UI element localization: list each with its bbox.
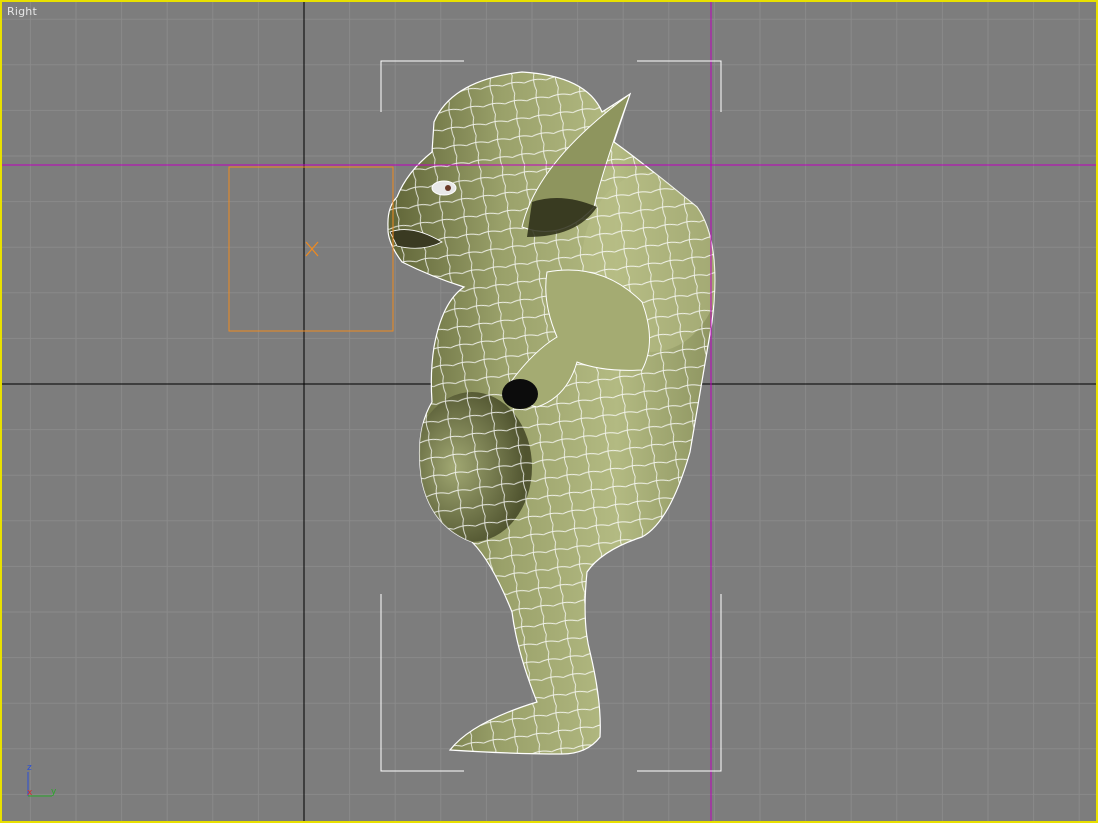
x-marker-icon	[305, 241, 319, 257]
helper-object[interactable]	[228, 166, 394, 332]
viewport-canvas[interactable]: z x y	[2, 2, 1096, 821]
model-hand-hole	[502, 379, 538, 409]
viewport-label[interactable]: Right	[7, 5, 37, 18]
model-pupil	[445, 185, 451, 191]
axis-y-label: y	[51, 787, 57, 797]
goblin-model[interactable]	[382, 62, 722, 762]
axis-x-label: x	[27, 788, 33, 798]
axis-tripod: z x y	[27, 763, 57, 798]
helper-box[interactable]	[228, 166, 394, 332]
axis-z-label: z	[27, 763, 32, 773]
viewport-right[interactable]: z x y Right	[0, 0, 1098, 823]
model-eye	[431, 180, 457, 196]
